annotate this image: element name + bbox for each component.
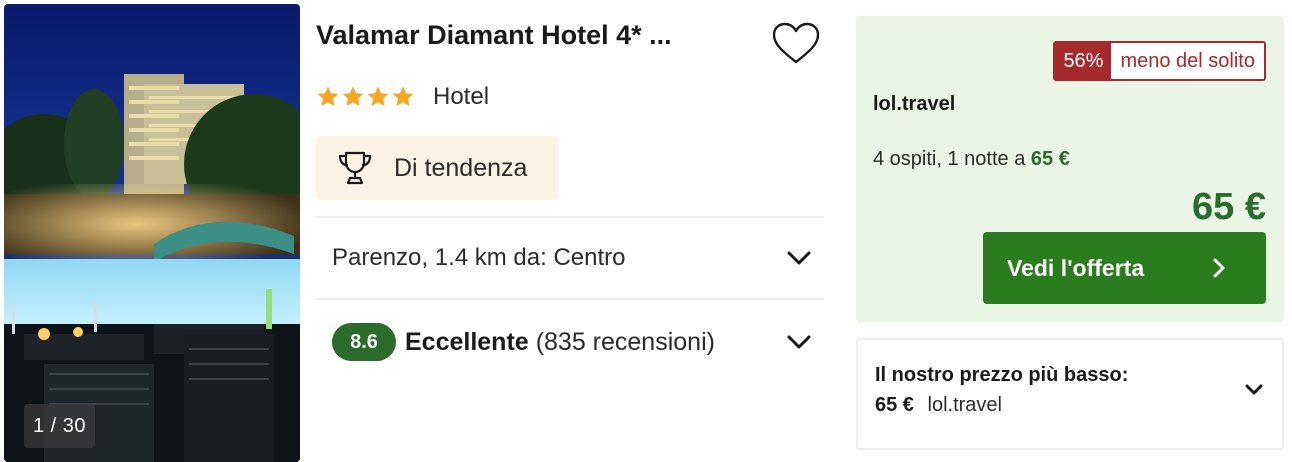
hotel-photo-image (4, 4, 300, 462)
offer-price: 65 € (1192, 186, 1266, 228)
hotel-title[interactable]: Valamar Diamant Hotel 4* ... (316, 20, 756, 51)
discount-badge: 56% meno del solito (1053, 41, 1266, 81)
heart-icon (772, 22, 820, 64)
hotel-rating-row: Hotel (316, 82, 489, 112)
hotel-photo[interactable]: 1 / 30 (4, 4, 300, 462)
lowest-price-line: 65 € lol.travel (875, 394, 1002, 417)
guests-summary: 4 ospiti, 1 notte a 65 € (873, 148, 1070, 171)
star-icon (392, 86, 414, 106)
star-icon (342, 86, 364, 106)
location-row[interactable]: Parenzo, 1.4 km da: Centro (316, 218, 824, 298)
star-icon (367, 86, 389, 106)
chevron-down-icon (1245, 384, 1263, 395)
favorite-button[interactable] (770, 20, 822, 68)
star-rating (316, 85, 415, 109)
location-text: Parenzo, 1.4 km da: Centro (332, 244, 626, 271)
guests-price: 65 € (1030, 148, 1070, 170)
guests-text: 4 ospiti, 1 notte a (873, 148, 1026, 170)
offer-panel: 56% meno del solito lol.travel 4 ospiti,… (856, 16, 1284, 322)
discount-percent: 56% (1055, 43, 1112, 79)
star-icon (317, 86, 339, 106)
trophy-icon (338, 151, 372, 185)
view-offer-button[interactable]: Vedi l'offerta (983, 232, 1266, 304)
review-score-badge: 8.6 (332, 323, 396, 361)
hotel-type: Hotel (433, 83, 490, 110)
view-offer-label: Vedi l'offerta (1007, 254, 1145, 281)
lowest-price-value: 65 € (875, 394, 914, 416)
photo-counter: 1 / 30 (24, 404, 96, 448)
chevron-down-icon (787, 251, 811, 265)
lowest-price-provider: lol.travel (927, 394, 1002, 416)
lowest-price-title: Il nostro prezzo più basso: (875, 364, 1129, 386)
discount-text: meno del solito (1111, 43, 1264, 79)
chevron-down-icon (787, 335, 811, 349)
trending-badge: Di tendenza (316, 136, 559, 200)
lowest-price-card[interactable]: Il nostro prezzo più basso: 65 € lol.tra… (856, 338, 1284, 450)
review-label: Eccellente (405, 327, 529, 356)
offer-provider: lol.travel (873, 93, 956, 115)
chevron-right-icon (1213, 258, 1225, 278)
review-count: (835 recensioni) (535, 327, 715, 356)
reviews-row[interactable]: 8.6 Eccellente (835 recensioni) (316, 300, 824, 384)
trending-label: Di tendenza (394, 153, 528, 182)
